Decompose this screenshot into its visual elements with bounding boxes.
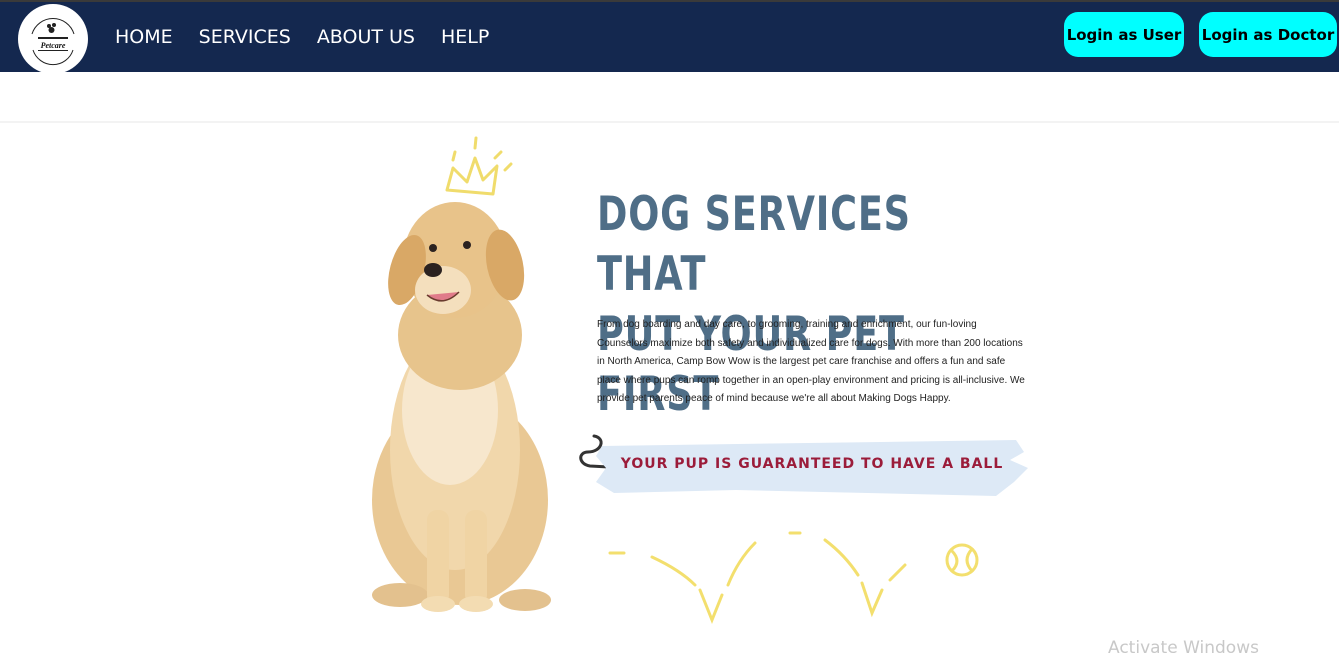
petcare-logo[interactable]: Petcare [18,4,88,74]
hero-heading-line1: DOG SERVICES THAT [597,187,911,302]
nav-links: HOME SERVICES ABOUT US HELP [115,2,489,72]
golden-retriever-image [372,136,551,612]
nav-help-link[interactable]: HELP [441,26,489,48]
login-user-button[interactable]: Login as User [1064,12,1184,57]
nav-home-link[interactable]: HOME [115,26,173,48]
logo-emblem-icon [31,18,75,66]
login-doctor-button[interactable]: Login as Doctor [1199,12,1337,57]
section-divider [0,121,1339,123]
guarantee-banner: YOUR PUP IS GUARANTEED TO HAVE A BALL [620,456,1004,472]
navbar: Petcare HOME SERVICES ABOUT US HELP Logi… [0,2,1339,74]
nav-services-link[interactable]: SERVICES [199,26,291,48]
logo-text: Petcare [40,41,66,50]
nav-about-link[interactable]: ABOUT US [317,26,415,48]
hero-description: From dog boarding and day care, to groom… [597,319,1025,404]
ball-bounce-scribble-icon [608,531,979,625]
activate-windows-watermark: Activate Windows [1108,638,1259,658]
